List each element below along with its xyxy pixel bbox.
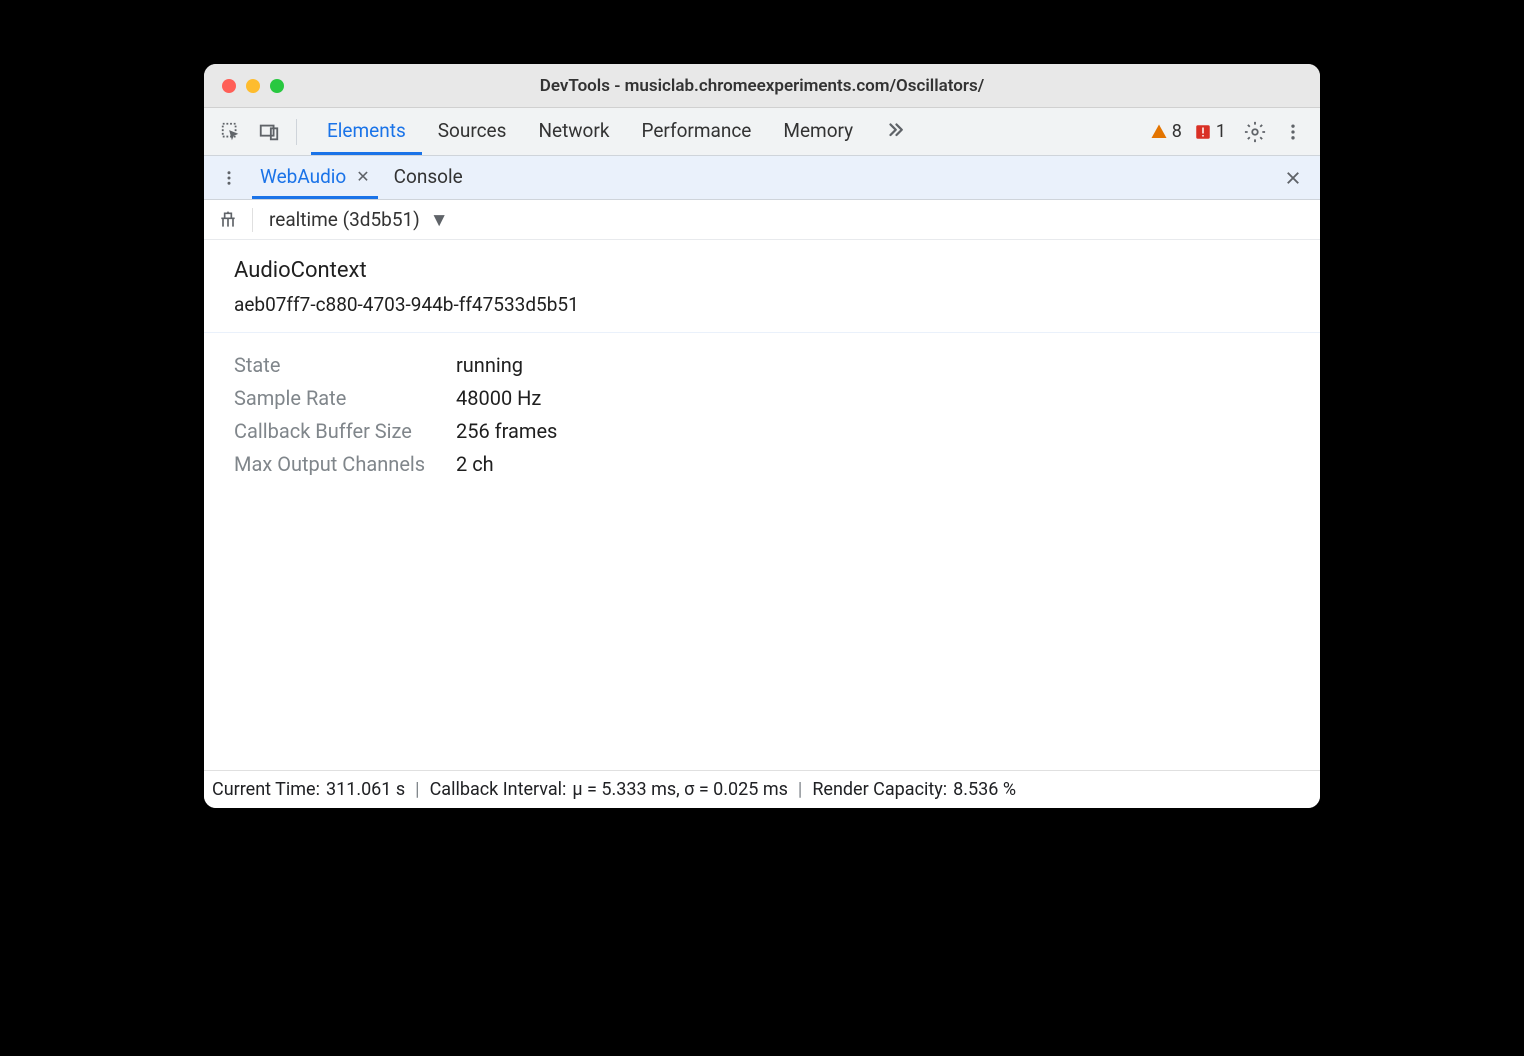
property-label: State: [234, 349, 456, 382]
chevron-down-icon: ▼: [430, 208, 449, 232]
status-render-label: Render Capacity:: [812, 779, 947, 800]
property-value: 256 frames: [456, 415, 557, 448]
warnings-badge[interactable]: 8: [1150, 121, 1182, 142]
traffic-lights: [204, 79, 284, 93]
property-value: 48000 Hz: [456, 382, 541, 415]
context-uuid: aeb07ff7-c880-4703-944b-ff47533d5b51: [234, 293, 1290, 316]
close-icon[interactable]: ✕: [356, 167, 369, 186]
drawer-tab-label: WebAudio: [260, 165, 346, 188]
window-close-button[interactable]: [222, 79, 236, 93]
settings-icon[interactable]: [1238, 115, 1272, 149]
divider: [296, 119, 297, 145]
status-bar: Current Time: 311.061 s | Callback Inter…: [204, 770, 1320, 808]
context-properties: State running Sample Rate 48000 Hz Callb…: [204, 333, 1320, 497]
property-row: State running: [234, 349, 1290, 382]
tab-sources[interactable]: Sources: [422, 108, 523, 155]
device-toolbar-icon[interactable]: [252, 115, 286, 149]
drawer-more-menu-icon[interactable]: [214, 163, 244, 193]
status-separator: |: [411, 779, 423, 800]
inspect-element-icon[interactable]: [214, 115, 248, 149]
window-title: DevTools - musiclab.chromeexperiments.co…: [204, 76, 1320, 96]
status-render-value: 8.536 %: [953, 779, 1016, 800]
drawer-close-button[interactable]: [1276, 169, 1310, 187]
property-value: running: [456, 349, 523, 382]
errors-badge[interactable]: 1: [1194, 121, 1226, 142]
tab-network[interactable]: Network: [522, 108, 625, 155]
drawer-tab-console[interactable]: Console: [386, 156, 471, 199]
context-header: AudioContext aeb07ff7-c880-4703-944b-ff4…: [204, 240, 1320, 333]
devtools-window: DevTools - musiclab.chromeexperiments.co…: [204, 64, 1320, 808]
context-selector-label: realtime (3d5b51): [269, 208, 420, 231]
main-tabs: Elements Sources Network Performance Mem…: [311, 108, 923, 155]
warnings-count: 8: [1172, 121, 1182, 142]
window-maximize-button[interactable]: [270, 79, 284, 93]
context-selector[interactable]: realtime (3d5b51) ▼: [252, 208, 455, 232]
more-menu-icon[interactable]: [1276, 115, 1310, 149]
status-current-time-value: 311.061 s: [326, 779, 405, 800]
garbage-collect-icon[interactable]: [218, 210, 238, 230]
status-current-time-label: Current Time:: [212, 779, 320, 800]
status-separator: |: [794, 779, 806, 800]
drawer-tab-label: Console: [394, 165, 463, 188]
property-label: Max Output Channels: [234, 448, 456, 481]
status-callback-label: Callback Interval:: [430, 779, 567, 800]
status-callback-value: μ = 5.333 ms, σ = 0.025 ms: [572, 779, 788, 800]
property-row: Max Output Channels 2 ch: [234, 448, 1290, 481]
property-label: Callback Buffer Size: [234, 415, 456, 448]
main-toolbar: Elements Sources Network Performance Mem…: [204, 108, 1320, 156]
property-value: 2 ch: [456, 448, 494, 481]
property-row: Callback Buffer Size 256 frames: [234, 415, 1290, 448]
more-tabs-button[interactable]: [869, 108, 923, 155]
tab-memory[interactable]: Memory: [767, 108, 869, 155]
tab-elements[interactable]: Elements: [311, 108, 422, 155]
window-minimize-button[interactable]: [246, 79, 260, 93]
errors-count: 1: [1216, 121, 1226, 142]
tab-performance[interactable]: Performance: [625, 108, 767, 155]
property-row: Sample Rate 48000 Hz: [234, 382, 1290, 415]
drawer-tabstrip: WebAudio ✕ Console: [204, 156, 1320, 200]
context-bar: realtime (3d5b51) ▼: [204, 200, 1320, 240]
property-label: Sample Rate: [234, 382, 456, 415]
drawer-tab-webaudio[interactable]: WebAudio ✕: [252, 156, 378, 199]
webaudio-panel: AudioContext aeb07ff7-c880-4703-944b-ff4…: [204, 240, 1320, 770]
titlebar: DevTools - musiclab.chromeexperiments.co…: [204, 64, 1320, 108]
context-type-title: AudioContext: [234, 258, 1290, 283]
